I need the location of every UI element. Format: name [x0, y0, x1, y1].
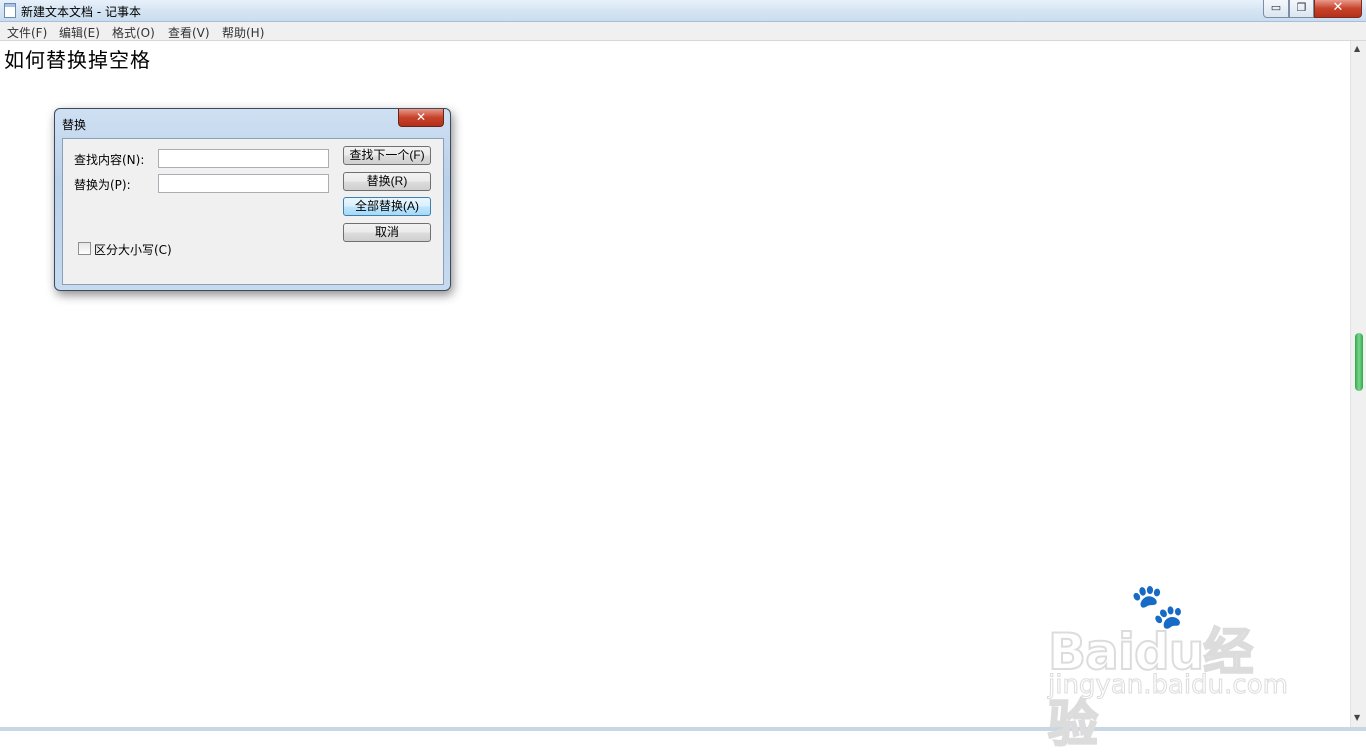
find-what-label: 查找内容(N): — [74, 153, 145, 167]
scroll-up-icon[interactable]: ▲ — [1354, 44, 1360, 53]
scroll-down-icon[interactable]: ▼ — [1354, 713, 1360, 722]
match-case-label[interactable]: 区分大小写(C) — [94, 241, 172, 258]
window-title: 新建文本文档 - 记事本 — [21, 5, 141, 19]
menu-view[interactable]: 查看(V) — [168, 24, 210, 41]
match-case-checkbox[interactable] — [78, 242, 91, 255]
menu-edit[interactable]: 编辑(E) — [59, 24, 100, 41]
minimize-button[interactable]: ▭ — [1263, 0, 1289, 18]
dialog-title: 替换 — [62, 118, 87, 132]
vertical-scrollbar[interactable]: ▲ ▼ — [1350, 41, 1366, 727]
maximize-button[interactable]: ❐ — [1289, 0, 1314, 18]
scrollbar-thumb[interactable] — [1355, 333, 1363, 391]
title-bar: 新建文本文档 - 记事本 ▭ ❐ ✕ — [0, 0, 1366, 22]
replace-with-label: 替换为(P): — [74, 178, 131, 192]
close-button[interactable]: ✕ — [1314, 0, 1362, 18]
replace-button[interactable]: 替换(R) — [343, 172, 431, 191]
find-next-button[interactable]: 查找下一个(F) — [343, 146, 431, 165]
menu-format[interactable]: 格式(O) — [112, 24, 155, 41]
notepad-icon — [4, 3, 16, 18]
replace-with-input[interactable] — [158, 174, 329, 193]
replace-all-button[interactable]: 全部替换(A) — [343, 197, 431, 216]
menu-bar: 文件(F) 编辑(E) 格式(O) 查看(V) 帮助(H) — [0, 22, 1366, 41]
document-text: 如何替换掉空格 — [4, 48, 151, 72]
menu-help[interactable]: 帮助(H) — [222, 24, 264, 41]
find-what-input[interactable] — [158, 149, 329, 168]
replace-dialog: 替换 ✕ 查找内容(N): 替换为(P): 查找下一个(F) 替换(R) 全部替… — [54, 108, 451, 291]
menu-file[interactable]: 文件(F) — [7, 24, 47, 41]
cancel-button[interactable]: 取消 — [343, 223, 431, 242]
window-bottom-border — [0, 727, 1366, 731]
dialog-close-button[interactable]: ✕ — [398, 109, 444, 127]
dialog-body: 查找内容(N): 替换为(P): 查找下一个(F) 替换(R) 全部替换(A) … — [62, 138, 444, 285]
